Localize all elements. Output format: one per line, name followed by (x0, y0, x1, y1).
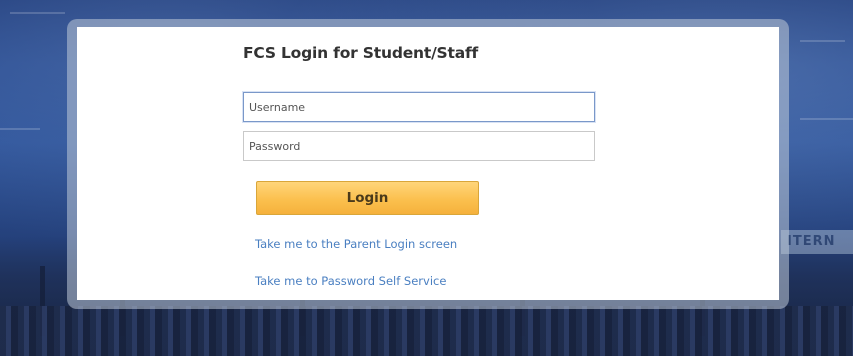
login-panel (77, 27, 779, 300)
background-streak (0, 128, 40, 130)
background-streak (800, 118, 853, 120)
login-title: FCS Login for Student/Staff (243, 44, 479, 62)
background-streak (800, 40, 845, 42)
background-sign: ITERN (781, 230, 853, 254)
login-button[interactable]: Login (256, 181, 479, 215)
username-input[interactable] (243, 92, 595, 122)
parent-login-link[interactable]: Take me to the Parent Login screen (255, 237, 457, 251)
password-self-service-link[interactable]: Take me to Password Self Service (255, 274, 446, 288)
background-streak (10, 12, 65, 14)
password-input[interactable] (243, 131, 595, 161)
background-crowd (0, 306, 853, 356)
